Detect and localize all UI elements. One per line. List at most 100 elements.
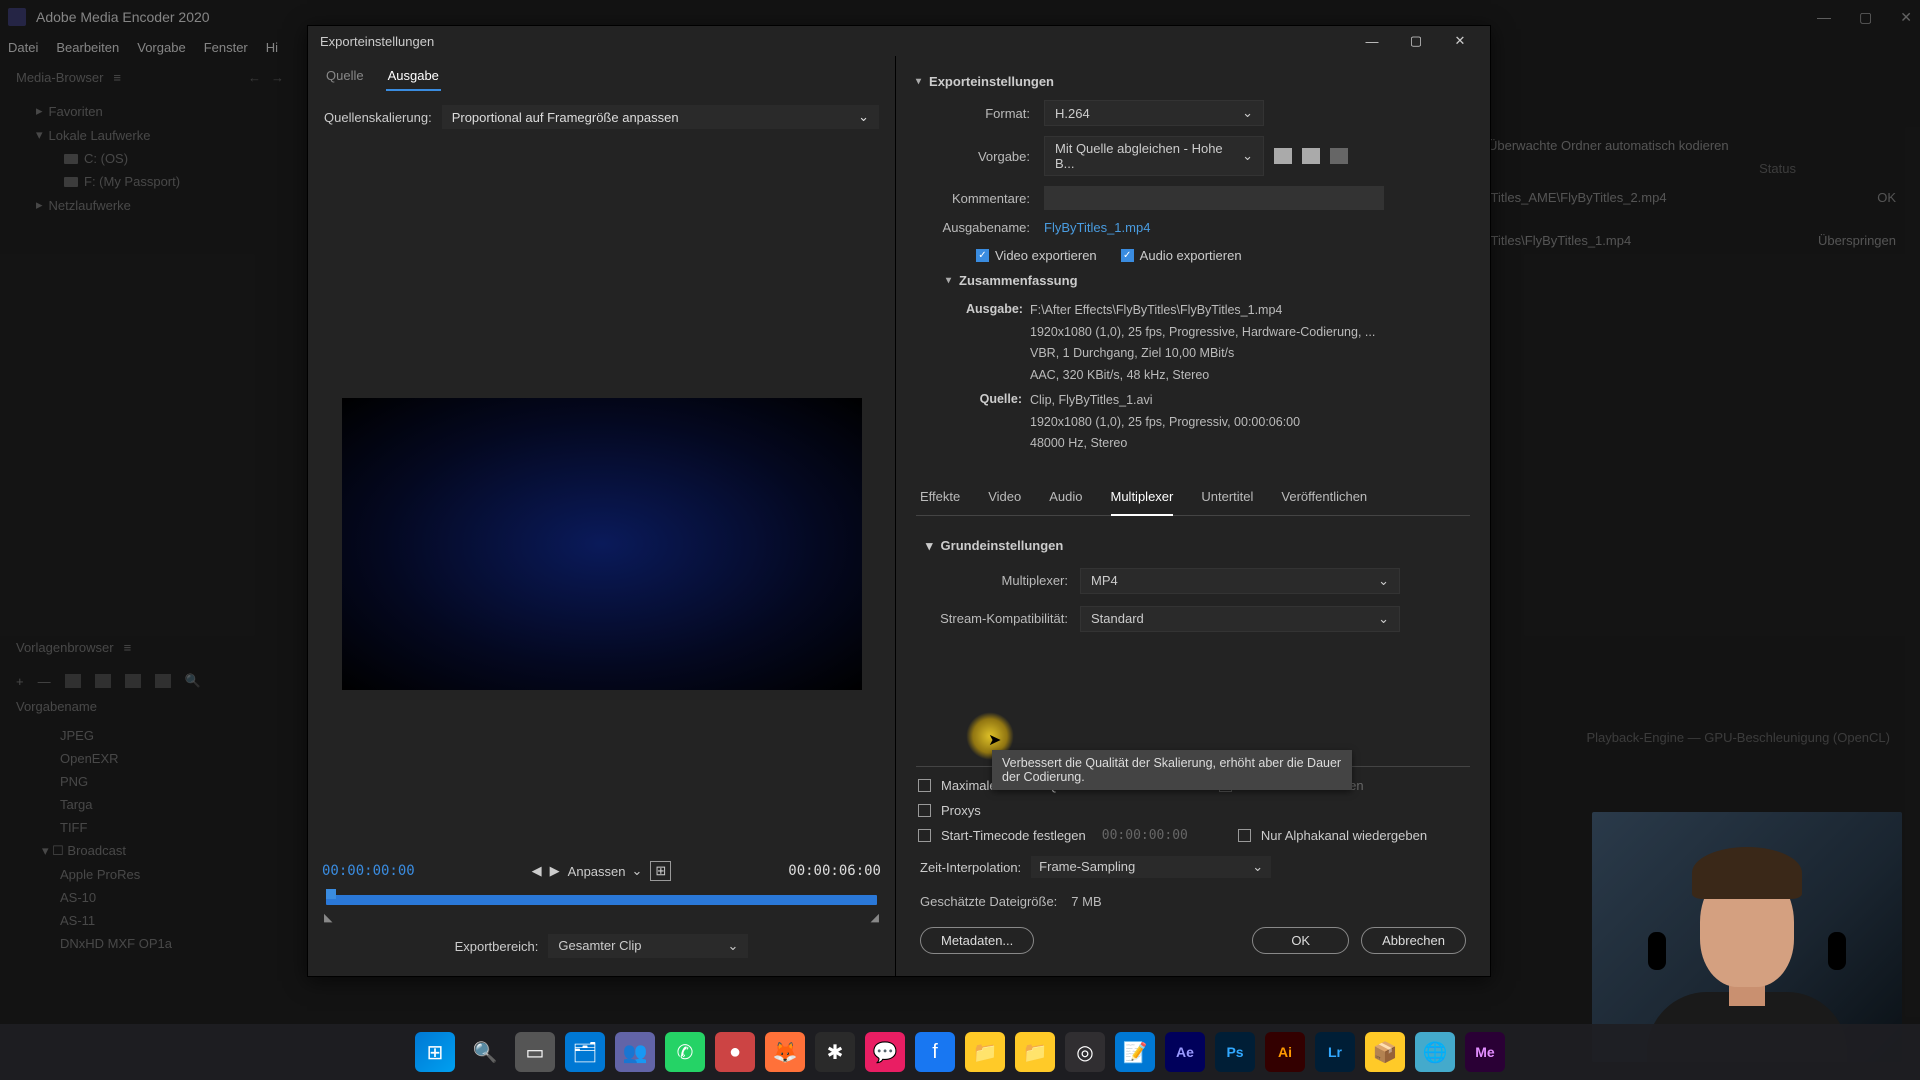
import-preset-icon[interactable] [1302, 148, 1320, 164]
preset-group[interactable]: ▾ ☐ Broadcast [32, 839, 268, 863]
app-icon[interactable]: ● [715, 1032, 755, 1072]
start-timecode-checkbox[interactable] [918, 829, 931, 842]
multiplexer-dropdown[interactable]: MP4⌄ [1080, 568, 1400, 594]
preset-item[interactable]: DNxHD MXF OP1a [32, 932, 268, 955]
preset-item[interactable]: OpenEXR [32, 747, 268, 770]
collapse-icon[interactable]: ▾ [926, 538, 933, 554]
add-preset-icon[interactable]: + [16, 674, 24, 689]
time-interp-dropdown[interactable]: Frame-Sampling⌄ [1031, 856, 1271, 878]
taskview-icon[interactable]: ▭ [515, 1032, 555, 1072]
app-icon[interactable]: ✱ [815, 1032, 855, 1072]
folder-icon[interactable]: 📁 [965, 1032, 1005, 1072]
collapse-icon[interactable]: ▾ [916, 76, 921, 87]
output-name-link[interactable]: FlyByTitles_1.mp4 [1044, 220, 1150, 235]
lightroom-icon[interactable]: Lr [1315, 1032, 1355, 1072]
video-export-checkbox[interactable]: ✓ [976, 249, 989, 262]
metadata-button[interactable]: Metadaten... [920, 927, 1034, 954]
save-preset-icon[interactable] [1274, 148, 1292, 164]
app-icon[interactable]: 📦 [1365, 1032, 1405, 1072]
preset-item[interactable]: Apple ProRes [32, 863, 268, 886]
preset-item[interactable]: Targa [32, 793, 268, 816]
drive-f[interactable]: F: (My Passport) [16, 170, 284, 193]
playhead[interactable] [326, 889, 336, 899]
preset-item[interactable]: AS-11 [32, 909, 268, 932]
playback-engine-status: Playback-Engine — GPU-Beschleunigung (Op… [1587, 730, 1891, 745]
queue-row[interactable]: lyByTitles_AME\FlyByTitles_2.mp4 OK [1466, 176, 1896, 219]
facebook-icon[interactable]: f [915, 1032, 955, 1072]
net-drives[interactable]: ▸ Netzlaufwerke [16, 193, 284, 217]
firefox-icon[interactable]: 🦊 [765, 1032, 805, 1072]
dialog-maximize-icon[interactable]: ▢ [1398, 28, 1434, 54]
preset-item[interactable]: AS-10 [32, 886, 268, 909]
obs-icon[interactable]: ◎ [1065, 1032, 1105, 1072]
teams-icon[interactable]: 👥 [615, 1032, 655, 1072]
menu-help[interactable]: Hi [266, 40, 278, 55]
start-icon[interactable]: ⊞ [415, 1032, 455, 1072]
stream-compat-dropdown[interactable]: Standard⌄ [1080, 606, 1400, 632]
nav-fwd-icon[interactable]: → [271, 70, 284, 85]
whatsapp-icon[interactable]: ✆ [665, 1032, 705, 1072]
crop-icon[interactable]: ⊞ [650, 861, 671, 881]
app-icon[interactable]: 🌐 [1415, 1032, 1455, 1072]
export-range-dropdown[interactable]: Gesamter Clip ⌄ [548, 934, 748, 958]
play-back-icon[interactable]: ◀ [532, 863, 542, 879]
media-encoder-icon[interactable]: Me [1465, 1032, 1505, 1072]
proxies-checkbox[interactable] [918, 804, 931, 817]
folder-icon[interactable]: 📁 [1015, 1032, 1055, 1072]
remove-preset-icon[interactable]: — [38, 674, 51, 689]
preset-tool-4[interactable] [155, 674, 171, 688]
tab-source[interactable]: Quelle [324, 62, 366, 91]
delete-preset-icon[interactable] [1330, 148, 1348, 164]
timeline-track[interactable] [326, 895, 877, 905]
aftereffects-icon[interactable]: Ae [1165, 1032, 1205, 1072]
tab-effects[interactable]: Effekte [920, 489, 960, 515]
explorer-icon[interactable]: 🗂 [565, 1032, 605, 1072]
timecode-start[interactable]: 00:00:00:00 [322, 863, 415, 879]
search-icon[interactable]: 🔍 [185, 673, 201, 689]
preset-tool-1[interactable] [65, 674, 81, 688]
maximize-icon[interactable]: ▢ [1859, 9, 1872, 26]
preset-item[interactable]: PNG [32, 770, 268, 793]
preset-tool-3[interactable] [125, 674, 141, 688]
messenger-icon[interactable]: 💬 [865, 1032, 905, 1072]
tab-video[interactable]: Video [988, 489, 1021, 515]
max-render-quality-checkbox[interactable] [918, 779, 931, 792]
comments-input[interactable] [1044, 186, 1384, 210]
audio-export-checkbox[interactable]: ✓ [1121, 249, 1134, 262]
preset-item[interactable]: TIFF [32, 816, 268, 839]
tab-output[interactable]: Ausgabe [386, 62, 441, 91]
preset-item[interactable]: JPEG [32, 724, 268, 747]
menu-preset[interactable]: Vorgabe [137, 40, 185, 55]
dialog-close-icon[interactable]: ✕ [1442, 28, 1478, 54]
search-icon[interactable]: 🔍 [465, 1032, 505, 1072]
chevron-down-icon: ⌄ [1242, 105, 1253, 121]
nav-back-icon[interactable]: ← [248, 70, 261, 85]
preset-tool-2[interactable] [95, 674, 111, 688]
tab-audio[interactable]: Audio [1049, 489, 1082, 515]
local-drives[interactable]: ▾ Lokale Laufwerke [16, 123, 284, 147]
format-dropdown[interactable]: H.264⌄ [1044, 100, 1264, 126]
menu-file[interactable]: Datei [8, 40, 38, 55]
dialog-minimize-icon[interactable]: — [1354, 28, 1390, 54]
tab-publish[interactable]: Veröffentlichen [1281, 489, 1367, 515]
close-icon[interactable]: ✕ [1900, 9, 1912, 26]
queue-row[interactable]: lyByTitles\FlyByTitles_1.mp4 Überspringe… [1466, 219, 1896, 262]
illustrator-icon[interactable]: Ai [1265, 1032, 1305, 1072]
tab-multiplexer[interactable]: Multiplexer [1111, 489, 1174, 516]
ok-button[interactable]: OK [1252, 927, 1349, 954]
alpha-only-checkbox[interactable] [1238, 829, 1251, 842]
play-fwd-icon[interactable]: ▶ [550, 863, 560, 879]
photoshop-icon[interactable]: Ps [1215, 1032, 1255, 1072]
notepad-icon[interactable]: 📝 [1115, 1032, 1155, 1072]
drive-c[interactable]: C: (OS) [16, 147, 284, 170]
scaling-dropdown[interactable]: Proportional auf Framegröße anpassen ⌄ [442, 105, 879, 129]
minimize-icon[interactable]: — [1817, 9, 1831, 26]
cancel-button[interactable]: Abbrechen [1361, 927, 1466, 954]
tab-subtitles[interactable]: Untertitel [1201, 489, 1253, 515]
menu-window[interactable]: Fenster [204, 40, 248, 55]
collapse-icon[interactable]: ▾ [946, 275, 951, 286]
menu-edit[interactable]: Bearbeiten [56, 40, 119, 55]
fit-dropdown[interactable]: Anpassen ⌄ [568, 863, 643, 879]
preset-dropdown[interactable]: Mit Quelle abgleichen - Hohe B...⌄ [1044, 136, 1264, 176]
favorites-folder[interactable]: ▸ Favoriten [16, 99, 284, 123]
